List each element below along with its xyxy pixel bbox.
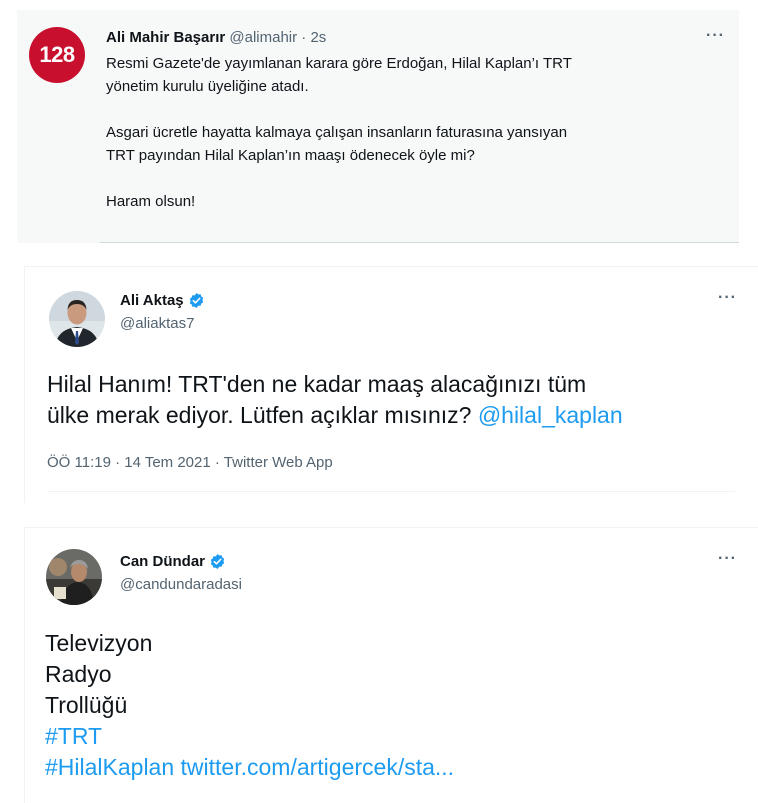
tweet-alimahir[interactable]: 128 Ali Mahir Başarır @alimahir · 2s ···… bbox=[17, 10, 739, 243]
tweet-aliaktas[interactable]: Ali Aktaş @aliaktas7 ··· Hilal Hanım! TR… bbox=[24, 266, 758, 503]
verified-badge-icon bbox=[210, 554, 225, 569]
tweet-candundar[interactable]: Can Dündar @candundaradasi ··· Televizyo… bbox=[24, 527, 758, 803]
divider bbox=[47, 491, 735, 492]
author-name-row[interactable]: Can Dündar bbox=[120, 553, 226, 570]
tweet-line: Televizyon bbox=[45, 630, 153, 656]
more-options-icon[interactable]: ··· bbox=[706, 27, 725, 45]
verified-badge-icon bbox=[189, 293, 203, 308]
more-options-icon[interactable]: ··· bbox=[718, 289, 737, 307]
author-handle-time[interactable]: @alimahir · 2s bbox=[225, 29, 326, 46]
more-options-icon[interactable]: ··· bbox=[718, 550, 737, 568]
author-name[interactable]: Ali Aktaş bbox=[120, 292, 184, 309]
author-handle[interactable]: @aliaktas7 bbox=[120, 315, 194, 332]
tweet-text: Televizyon Radyo Trollüğü #TRT #HilalKap… bbox=[45, 628, 745, 783]
tweet-line: ülke merak ediyor. Lütfen açıklar mısını… bbox=[47, 400, 747, 431]
tweet-paragraph: Asgari ücretle hayatta kalmaya çalışan i… bbox=[106, 124, 568, 164]
tweet-text: Hilal Hanım! TRT'den ne kadar maaş alaca… bbox=[47, 369, 747, 431]
avatar-photo-icon bbox=[46, 549, 102, 605]
author-name-row[interactable]: Ali Aktaş bbox=[120, 292, 205, 309]
author-name[interactable]: Ali Mahir Başarır bbox=[106, 29, 225, 46]
author-handle[interactable]: @candundaradasi bbox=[120, 576, 242, 593]
tweet-paragraph: Resmi Gazete'de yayımlanan karara göre E… bbox=[106, 55, 572, 95]
tweet-paragraph: Haram olsun! bbox=[106, 193, 196, 210]
tweet-timestamp[interactable]: ÖÖ 11:19 · 14 Tem 2021 · Twitter Web App bbox=[47, 454, 333, 471]
avatar[interactable] bbox=[49, 291, 105, 347]
tweet-line: Hilal Hanım! TRT'den ne kadar maaş alaca… bbox=[47, 371, 587, 397]
hashtag-link[interactable]: #TRT bbox=[45, 721, 745, 752]
tweet-line-text: ülke merak ediyor. Lütfen açıklar mısını… bbox=[47, 402, 478, 428]
tweet-header: Ali Mahir Başarır @alimahir · 2s bbox=[106, 29, 326, 46]
author-name[interactable]: Can Dündar bbox=[120, 553, 205, 570]
divider bbox=[100, 242, 739, 243]
tweet-text: Resmi Gazete'de yayımlanan karara göre E… bbox=[106, 52, 716, 236]
avatar[interactable] bbox=[46, 549, 102, 605]
avatar[interactable]: 128 bbox=[29, 27, 85, 83]
avatar-logo-text: 128 bbox=[39, 42, 75, 67]
mention-link[interactable]: @hilal_kaplan bbox=[478, 402, 623, 428]
tweet-line: Trollüğü bbox=[45, 692, 128, 718]
hashtag-url-link[interactable]: #HilalKaplan twitter.com/artigercek/sta.… bbox=[45, 752, 745, 783]
tweet-line: Radyo bbox=[45, 661, 112, 687]
avatar-photo-icon bbox=[49, 291, 105, 347]
